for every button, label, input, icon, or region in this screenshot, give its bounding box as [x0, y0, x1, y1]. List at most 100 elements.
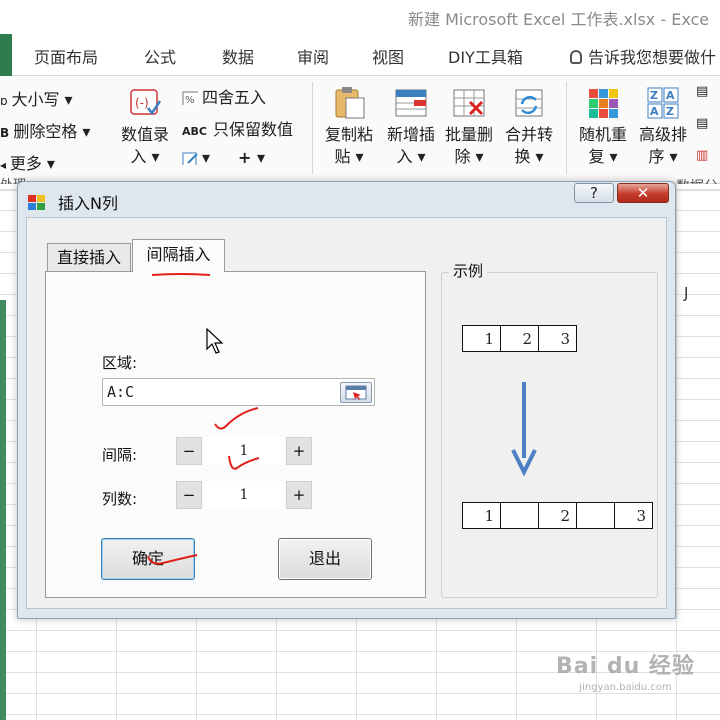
merge-convert-line1: 合并转: [504, 125, 553, 144]
example-before-cell: 1: [462, 325, 501, 352]
ribbon-body: ɒ 大小写 ▾ B 删除空格 ▾ ◂ 更多 ▾ 处理 (-) 数值录 入 ▾ %…: [0, 76, 720, 195]
add-dropdown-button[interactable]: + ▾: [238, 148, 265, 167]
keep-values-button[interactable]: ABC 只保留数值: [182, 116, 293, 140]
edit-dropdown-label: ▾: [202, 148, 211, 167]
svg-text:Z: Z: [650, 89, 658, 102]
columns-decrement-button[interactable]: −: [176, 481, 202, 509]
tab-formulas[interactable]: 公式: [144, 44, 176, 68]
check-annotation-ok: [147, 554, 198, 565]
tell-me-box[interactable]: 告诉我您想要做什: [570, 44, 716, 68]
batch-delete-line1: 批量删: [444, 125, 493, 144]
example-after-table: 1 2 3: [462, 502, 653, 529]
value-entry-line1: 数值录: [120, 125, 169, 144]
edit-icon: [182, 152, 198, 165]
more-label: 更多 ▾: [9, 154, 55, 173]
tell-me-text: 告诉我您想要做什: [588, 48, 717, 67]
app-icon: [28, 195, 45, 210]
remove-spaces-button[interactable]: B 删除空格 ▾: [0, 118, 90, 142]
range-select-icon: [345, 385, 367, 400]
lightbulb-icon: [570, 50, 582, 64]
example-groupbox: [441, 272, 658, 598]
svg-text:A: A: [666, 89, 675, 102]
range-input[interactable]: A:C: [102, 378, 375, 406]
example-before-cell: 3: [538, 325, 577, 352]
baidu-watermark: Bai du 经验 jingyan.baidu.com: [556, 648, 695, 693]
merge-convert-icon: [512, 84, 546, 120]
file-tab-stub[interactable]: [0, 34, 12, 76]
ribbon-overflow-icon-2[interactable]: ▤: [696, 116, 708, 131]
round-label: 四舍五入: [202, 88, 267, 107]
more-button[interactable]: ◂ 更多 ▾: [0, 150, 55, 174]
merge-convert-line2: 换 ▾: [514, 147, 544, 166]
example-before-table: 1 2 3: [462, 325, 577, 352]
tab-page-layout[interactable]: 页面布局: [34, 44, 98, 68]
clipboard-icon: [332, 84, 366, 120]
example-after-cell: 2: [538, 502, 577, 529]
range-label: 区域:: [102, 354, 138, 372]
edit-dropdown-button[interactable]: ▾: [182, 148, 210, 167]
watermark-url: jingyan.baidu.com: [579, 682, 672, 693]
check-annotation-interval: [214, 407, 259, 430]
dialog-client: 直接插入 间隔插入 区域: A:C 间隔: − 1 + 列数: − 1 + 确定…: [26, 217, 667, 609]
tab-data[interactable]: 数据: [222, 44, 254, 68]
svg-text:Z: Z: [666, 105, 674, 118]
watermark-brand: Bai du 经验: [556, 654, 695, 679]
mouse-cursor-icon: [206, 327, 224, 354]
interval-increment-button[interactable]: +: [286, 437, 312, 465]
tab-review[interactable]: 审阅: [297, 44, 329, 68]
dialog-title-bar[interactable]: 插入N列 ? ✕: [18, 182, 675, 220]
window-title: 新建 Microsoft Excel 工作表.xlsx - Exce: [408, 10, 710, 29]
help-button[interactable]: ?: [574, 183, 614, 203]
random-repeat-button[interactable]: 随机重 复 ▾: [574, 84, 632, 168]
batch-delete-button[interactable]: 批量删 除 ▾: [440, 84, 498, 168]
value-entry-line2: 入 ▾: [130, 147, 160, 166]
ribbon-overflow-icon[interactable]: ▤: [696, 84, 708, 99]
range-picker-button[interactable]: [340, 382, 372, 403]
example-before-cell: 2: [500, 325, 539, 352]
round-button[interactable]: % 四舍五入: [182, 84, 266, 108]
example-after-cell: 1: [462, 502, 501, 529]
keep-values-label: 只保留数值: [212, 120, 293, 139]
cell-fragment: J: [684, 284, 689, 302]
advanced-sort-line2: 序 ▾: [648, 147, 678, 166]
case-button[interactable]: ɒ 大小写 ▾: [0, 86, 73, 110]
random-repeat-line1: 随机重: [578, 125, 627, 144]
excel-title-bar: 新建 Microsoft Excel 工作表.xlsx - Exce: [0, 0, 720, 34]
insert-rows-icon: [394, 84, 428, 120]
insert-new-button[interactable]: 新增插 入 ▾: [382, 84, 440, 168]
down-arrow-icon: [511, 382, 537, 477]
sort-az-icon: ZAAZ: [646, 84, 680, 120]
example-after-cell: [500, 502, 539, 529]
close-button[interactable]: ✕: [617, 183, 669, 203]
random-repeat-line2: 复 ▾: [588, 147, 618, 166]
columns-increment-button[interactable]: +: [286, 481, 312, 509]
insert-new-line2: 入 ▾: [396, 147, 426, 166]
dialog-title: 插入N列: [58, 194, 118, 213]
batch-delete-icon: [452, 84, 486, 120]
tab-interval-insert[interactable]: 间隔插入: [132, 239, 225, 272]
insert-new-line1: 新增插: [386, 125, 435, 144]
merge-convert-button[interactable]: 合并转 换 ▾: [500, 84, 558, 168]
tab-diy-toolbox[interactable]: DIY工具箱: [448, 44, 523, 68]
ribbon-overflow-icon-3[interactable]: ▥: [696, 148, 708, 163]
remove-spaces-label: 删除空格 ▾: [13, 122, 91, 141]
tab-direct-insert[interactable]: 直接插入: [47, 243, 131, 271]
selected-column-edge: [0, 300, 6, 720]
columns-value[interactable]: 1: [204, 481, 284, 509]
columns-stepper: − 1 +: [176, 481, 316, 509]
value-entry-button[interactable]: (-) 数值录 入 ▾: [116, 84, 174, 168]
copy-paste-button[interactable]: 复制粘 贴 ▾: [320, 84, 378, 168]
random-blocks-icon: [586, 84, 620, 120]
example-after-cell: 3: [614, 502, 653, 529]
copy-paste-line2: 贴 ▾: [334, 147, 364, 166]
exit-button[interactable]: 退出: [278, 538, 372, 580]
interval-label: 间隔:: [102, 446, 138, 464]
columns-label: 列数:: [102, 490, 138, 508]
copy-paste-line1: 复制粘: [324, 125, 373, 144]
advanced-sort-button[interactable]: ZAAZ 高级排 序 ▾: [634, 84, 692, 168]
value-entry-icon: (-): [128, 84, 162, 120]
tab-view[interactable]: 视图: [372, 44, 404, 68]
case-label: 大小写 ▾: [11, 90, 73, 109]
percent-icon: %: [182, 91, 198, 105]
interval-decrement-button[interactable]: −: [176, 437, 202, 465]
